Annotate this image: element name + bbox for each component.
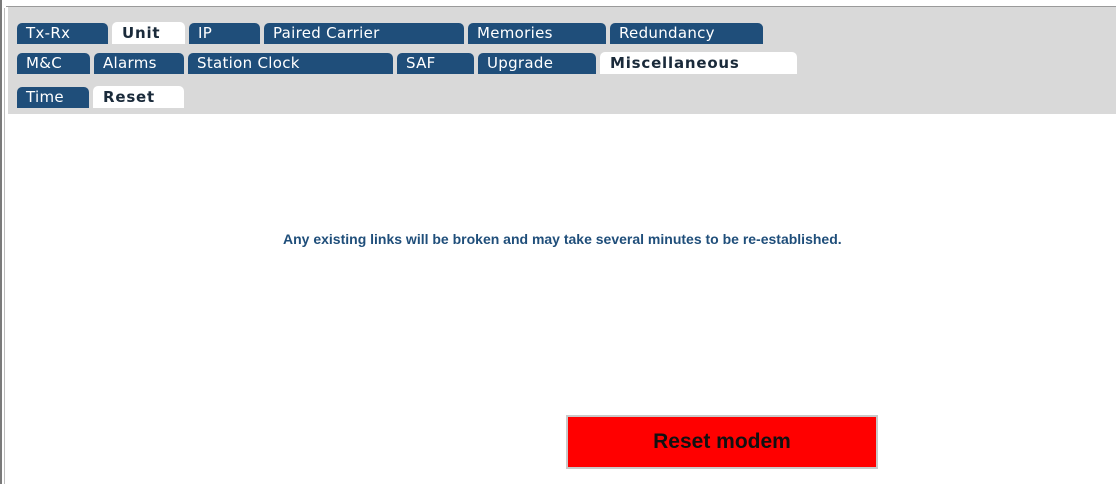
tab-time[interactable]: Time xyxy=(17,87,89,108)
tab-upgrade[interactable]: Upgrade xyxy=(478,53,596,74)
tab-strip: Tx-Rx Unit IP Paired Carrier Memories Re… xyxy=(8,7,1116,114)
tab-unit[interactable]: Unit xyxy=(112,22,185,44)
tab-saf[interactable]: SAF xyxy=(397,53,474,74)
reset-warning-message: Any existing links will be broken and ma… xyxy=(283,231,842,247)
tab-ip[interactable]: IP xyxy=(189,23,260,44)
tab-row-sub: Time Reset xyxy=(17,86,184,108)
tab-station-clock[interactable]: Station Clock xyxy=(188,53,393,74)
tab-reset[interactable]: Reset xyxy=(93,86,184,108)
tab-miscellaneous[interactable]: Miscellaneous xyxy=(600,52,797,74)
frame-left-border xyxy=(0,0,5,484)
tab-paired-carrier[interactable]: Paired Carrier xyxy=(264,23,464,44)
tab-tx-rx[interactable]: Tx-Rx xyxy=(17,23,108,44)
page-frame: Tx-Rx Unit IP Paired Carrier Memories Re… xyxy=(0,0,1116,484)
tab-row-secondary: M&C Alarms Station Clock SAF Upgrade Mis… xyxy=(17,52,797,74)
tab-row-main: Tx-Rx Unit IP Paired Carrier Memories Re… xyxy=(17,22,763,44)
tab-redundancy[interactable]: Redundancy xyxy=(610,23,763,44)
tab-memories[interactable]: Memories xyxy=(468,23,606,44)
tab-m-and-c[interactable]: M&C xyxy=(17,53,90,74)
reset-modem-button[interactable]: Reset modem xyxy=(566,415,878,469)
tab-alarms[interactable]: Alarms xyxy=(94,53,184,74)
